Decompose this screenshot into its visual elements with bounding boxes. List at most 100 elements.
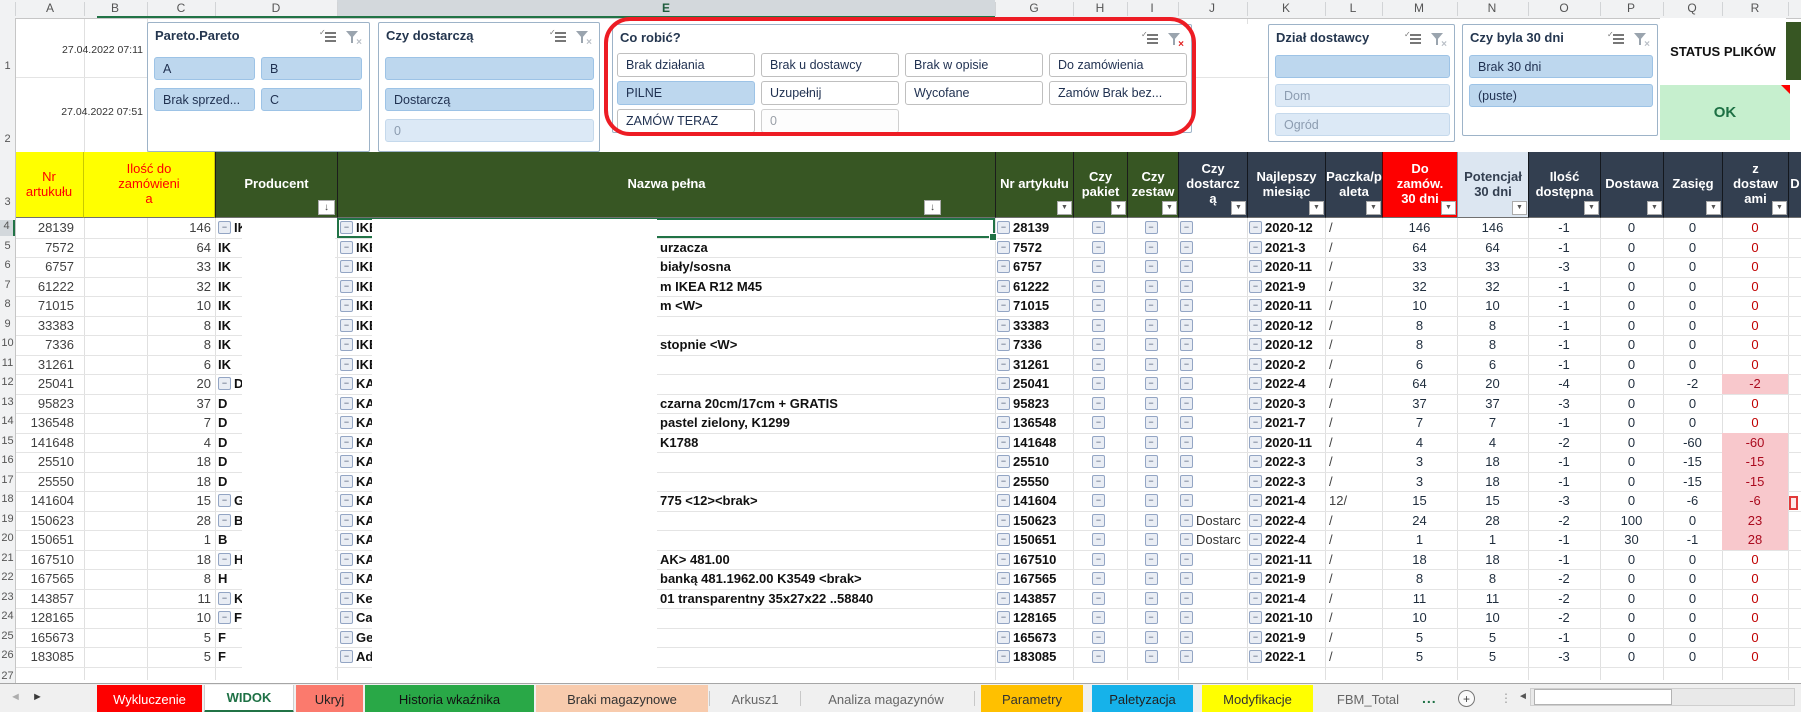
collapse-icon[interactable]: − bbox=[1145, 572, 1158, 585]
collapse-icon[interactable]: − bbox=[1249, 494, 1262, 507]
collapse-icon[interactable]: − bbox=[340, 631, 353, 644]
filter-dropdown-icon[interactable] bbox=[1584, 201, 1599, 215]
collapse-icon[interactable]: − bbox=[1249, 280, 1262, 293]
multiselect-icon[interactable] bbox=[1608, 32, 1625, 45]
cell-ilosc-19[interactable]: -2 bbox=[1528, 511, 1600, 531]
cell-dostawa-25[interactable]: 0 bbox=[1600, 628, 1663, 648]
column-header-a[interactable]: Nr artukułu bbox=[15, 152, 84, 218]
cell-miesiac-23[interactable]: −2021-4 bbox=[1247, 589, 1325, 609]
cell-zasieg-7[interactable]: 0 bbox=[1663, 277, 1722, 297]
cell-pakiet-17[interactable]: − bbox=[1073, 472, 1127, 492]
column-header-zd[interactable]: z dostawami bbox=[1722, 152, 1788, 218]
collapse-icon[interactable]: − bbox=[997, 319, 1010, 332]
collapse-icon[interactable]: − bbox=[1092, 319, 1105, 332]
cell-potencjal-26[interactable]: 5 bbox=[1457, 647, 1528, 667]
collapse-icon[interactable]: − bbox=[1249, 397, 1262, 410]
cell-miesiac-17[interactable]: −2022-3 bbox=[1247, 472, 1325, 492]
cell-b-17[interactable]: 18 bbox=[84, 472, 215, 492]
cell-paczka-8[interactable]: / bbox=[1325, 296, 1382, 316]
collapse-icon[interactable]: − bbox=[218, 494, 231, 507]
cell-b-7[interactable]: 32 bbox=[84, 277, 215, 297]
cell-ilosc-10[interactable]: -1 bbox=[1528, 335, 1600, 355]
collapse-icon[interactable]: − bbox=[1249, 436, 1262, 449]
cell-ilosc-11[interactable]: -1 bbox=[1528, 355, 1600, 375]
column-letter-O[interactable]: O bbox=[1559, 1, 1568, 15]
collapse-icon[interactable]: − bbox=[1145, 416, 1158, 429]
collapse-icon[interactable]: − bbox=[997, 358, 1010, 371]
cell-nr-24[interactable]: −128165 bbox=[995, 608, 1073, 628]
collapse-icon[interactable]: − bbox=[1092, 553, 1105, 566]
collapse-icon[interactable]: − bbox=[1249, 650, 1262, 663]
cell-dostawa-19[interactable]: 100 bbox=[1600, 511, 1663, 531]
cell-zestaw-13[interactable]: − bbox=[1127, 394, 1178, 414]
cell-dostawa-26[interactable]: 0 bbox=[1600, 647, 1663, 667]
cell-dozamow-7[interactable]: 32 bbox=[1382, 277, 1457, 297]
cell-zestaw-23[interactable]: − bbox=[1127, 589, 1178, 609]
cell-ilosc-16[interactable]: -1 bbox=[1528, 452, 1600, 472]
cell-pakiet-12[interactable]: − bbox=[1073, 374, 1127, 394]
cell-dostarcza-11[interactable]: − bbox=[1178, 355, 1247, 375]
cell-nr-4[interactable]: −28139 bbox=[995, 218, 1073, 238]
cell-nr-6[interactable]: −6757 bbox=[995, 257, 1073, 277]
collapse-icon[interactable]: − bbox=[997, 650, 1010, 663]
collapse-icon[interactable]: − bbox=[1180, 436, 1193, 449]
cell-miesiac-21[interactable]: −2021-11 bbox=[1247, 550, 1325, 570]
slicer-button[interactable]: 0 bbox=[385, 119, 594, 142]
row-number-1[interactable]: 1 bbox=[0, 60, 15, 76]
collapse-icon[interactable]: − bbox=[1249, 260, 1262, 273]
filter-dropdown-icon[interactable] bbox=[1647, 201, 1662, 215]
cell-b-4[interactable]: 146 bbox=[84, 218, 215, 238]
cell-miesiac-22[interactable]: −2021-9 bbox=[1247, 569, 1325, 589]
collapse-icon[interactable]: − bbox=[1249, 572, 1262, 585]
cell-b-10[interactable]: 8 bbox=[84, 335, 215, 355]
cell-zasieg-9[interactable]: 0 bbox=[1663, 316, 1722, 336]
cell-nr-13[interactable]: −95823 bbox=[995, 394, 1073, 414]
cell-dozamow-19[interactable]: 24 bbox=[1382, 511, 1457, 531]
cell-zasieg-17[interactable]: -15 bbox=[1663, 472, 1722, 492]
collapse-icon[interactable]: − bbox=[340, 260, 353, 273]
collapse-icon[interactable]: − bbox=[997, 260, 1010, 273]
cell-a-20[interactable]: 150651 bbox=[15, 530, 84, 550]
collapse-icon[interactable]: − bbox=[340, 280, 353, 293]
cell-miesiac-10[interactable]: −2020-12 bbox=[1247, 335, 1325, 355]
collapse-icon[interactable]: − bbox=[1145, 611, 1158, 624]
slicer-button[interactable]: Dostarczą bbox=[385, 88, 594, 111]
cell-zasieg-25[interactable]: 0 bbox=[1663, 628, 1722, 648]
cell-ilosc-15[interactable]: -2 bbox=[1528, 433, 1600, 453]
sort-icon[interactable]: ↓ bbox=[318, 200, 335, 215]
cell-nr-15[interactable]: −141648 bbox=[995, 433, 1073, 453]
collapse-icon[interactable]: − bbox=[340, 553, 353, 566]
cell-dozamow-13[interactable]: 37 bbox=[1382, 394, 1457, 414]
collapse-icon[interactable]: − bbox=[1249, 221, 1262, 234]
collapse-icon[interactable]: − bbox=[340, 494, 353, 507]
cell-a-15[interactable]: 141648 bbox=[15, 433, 84, 453]
cell-b-13[interactable]: 37 bbox=[84, 394, 215, 414]
row-number-26[interactable]: 26 bbox=[0, 649, 15, 665]
cell-paczka-20[interactable]: / bbox=[1325, 530, 1382, 550]
cell-zdostawami-7[interactable]: 0 bbox=[1722, 277, 1788, 297]
cell-pakiet-8[interactable]: − bbox=[1073, 296, 1127, 316]
cell-zestaw-9[interactable]: − bbox=[1127, 316, 1178, 336]
multiselect-icon[interactable] bbox=[320, 30, 337, 43]
column-letter-L[interactable]: L bbox=[1350, 1, 1357, 15]
filter-dropdown-icon[interactable] bbox=[1231, 201, 1246, 215]
cell-zdostawami-14[interactable]: 0 bbox=[1722, 413, 1788, 433]
cell-zdostawami-17[interactable]: -15 bbox=[1722, 472, 1788, 492]
add-sheet-icon[interactable]: + bbox=[1458, 690, 1475, 707]
cell-zasieg-22[interactable]: 0 bbox=[1663, 569, 1722, 589]
cell-b-18[interactable]: 15 bbox=[84, 491, 215, 511]
cell-dostawa-21[interactable]: 0 bbox=[1600, 550, 1663, 570]
cell-dostarcza-12[interactable]: − bbox=[1178, 374, 1247, 394]
collapse-icon[interactable]: − bbox=[1180, 299, 1193, 312]
cell-zestaw-5[interactable]: − bbox=[1127, 238, 1178, 258]
collapse-icon[interactable]: − bbox=[340, 592, 353, 605]
cell-zestaw-10[interactable]: − bbox=[1127, 335, 1178, 355]
cell-pakiet-9[interactable]: − bbox=[1073, 316, 1127, 336]
collapse-icon[interactable]: − bbox=[1180, 319, 1193, 332]
cell-b-23[interactable]: 11 bbox=[84, 589, 215, 609]
cell-paczka-7[interactable]: / bbox=[1325, 277, 1382, 297]
collapse-icon[interactable]: − bbox=[997, 455, 1010, 468]
collapse-icon[interactable]: − bbox=[1092, 299, 1105, 312]
clear-filter-icon[interactable]: × bbox=[1167, 32, 1182, 47]
collapse-icon[interactable]: − bbox=[1180, 650, 1193, 663]
